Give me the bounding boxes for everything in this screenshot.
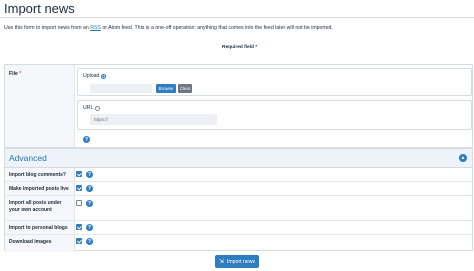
required-star: * xyxy=(255,45,258,50)
clear-button[interactable]: Clear xyxy=(178,84,192,93)
title-divider xyxy=(0,17,474,18)
url-option-label[interactable]: URL xyxy=(83,105,101,111)
option-label: Make imported posts live xyxy=(9,186,69,192)
option-row: Make imported posts live ? xyxy=(5,182,472,196)
page-title: Import news xyxy=(4,1,75,16)
import-news-button[interactable]: ⇲ Import news xyxy=(215,255,259,268)
personal-blogs-checkbox[interactable] xyxy=(76,224,82,230)
url-option: URL xyxy=(77,100,472,130)
import-news-label: Import news xyxy=(226,258,256,265)
option-label: Import all posts under your own account xyxy=(9,200,62,213)
file-label-column: File * xyxy=(5,65,75,147)
help-icon[interactable]: ? xyxy=(86,171,93,178)
help-icon[interactable]: ? xyxy=(86,224,93,231)
help-icon[interactable]: ? xyxy=(86,185,93,192)
download-images-checkbox[interactable] xyxy=(76,238,82,244)
chevron-up-icon[interactable]: ▲ xyxy=(459,154,467,162)
intro-text: Use this form to import news from an RSS… xyxy=(4,25,333,31)
file-form-block: File * Upload Browse Clear URL ? xyxy=(4,64,473,148)
upload-file-field[interactable] xyxy=(90,84,152,93)
intro-prefix: Use this form to import news from an xyxy=(4,25,91,31)
rss-link[interactable]: RSS xyxy=(90,25,101,31)
import-icon: ⇲ xyxy=(218,259,224,265)
intro-suffix: or Atom feed. This is a one-off operatio… xyxy=(100,25,333,31)
advanced-header[interactable]: Advanced ▲ xyxy=(5,149,472,168)
file-required-star: * xyxy=(19,71,22,77)
advanced-title: Advanced xyxy=(9,153,47,163)
url-radio[interactable] xyxy=(95,105,101,111)
browse-button[interactable]: Browse xyxy=(156,84,176,93)
option-row: Import blog comments? ? xyxy=(5,168,472,182)
url-label: URL xyxy=(83,105,94,111)
upload-option-label[interactable]: Upload xyxy=(83,73,107,79)
import-comments-checkbox[interactable] xyxy=(76,171,82,177)
help-icon[interactable]: ? xyxy=(83,136,90,143)
option-row: Download images ? xyxy=(5,235,472,252)
upload-option: Upload Browse Clear xyxy=(77,68,472,96)
advanced-section: Advanced ▲ Import blog comments? ? Make … xyxy=(4,148,473,252)
file-label: File * xyxy=(9,71,21,77)
option-row: Import to personal blogs ? xyxy=(5,221,472,235)
help-icon[interactable]: ? xyxy=(86,238,93,245)
option-label: Import blog comments? xyxy=(9,172,66,178)
make-live-checkbox[interactable] xyxy=(76,185,82,191)
upload-radio[interactable] xyxy=(101,73,107,79)
option-label: Download images xyxy=(9,239,52,245)
help-icon[interactable]: ? xyxy=(86,200,93,207)
advanced-options: Import blog comments? ? Make imported po… xyxy=(5,168,472,252)
url-input[interactable] xyxy=(90,114,217,125)
required-note-text: Required field xyxy=(222,45,254,50)
required-field-note: Required field * xyxy=(222,45,257,50)
upload-label: Upload xyxy=(83,73,100,79)
file-label-text: File xyxy=(9,71,18,77)
own-account-checkbox[interactable] xyxy=(76,200,82,206)
option-row: Import all posts under your own account … xyxy=(5,196,472,221)
option-label: Import to personal blogs xyxy=(9,225,68,231)
